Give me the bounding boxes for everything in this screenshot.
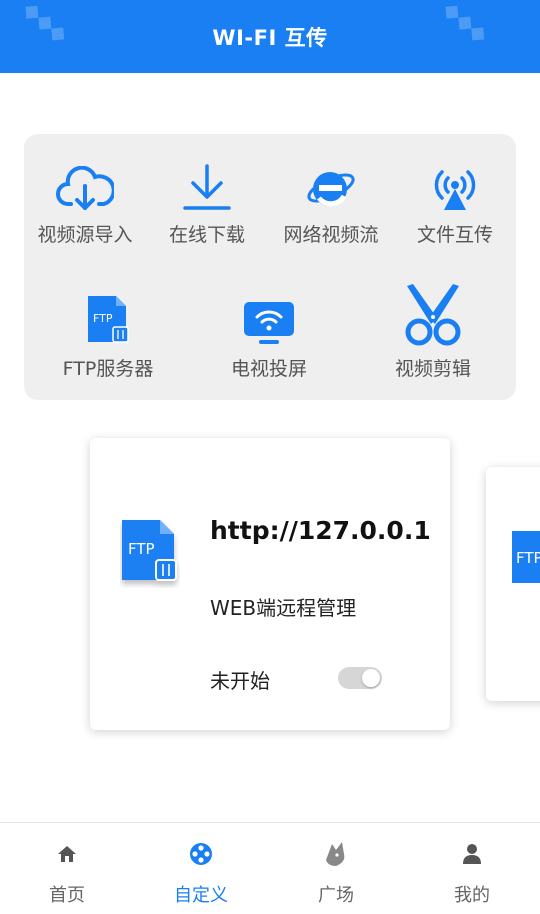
ftp-icon-text: FTP [516, 549, 540, 567]
app-header: WI-FI 互传 ◆◆◆ ◆◆◆ [0, 0, 540, 73]
download-arrow-icon [181, 156, 233, 212]
cloud-download-icon [56, 156, 114, 212]
server-toggle[interactable] [338, 667, 382, 689]
tab-label: 首页 [49, 885, 85, 906]
ftp-icon-text: FTP [128, 540, 155, 558]
tab-label: 我的 [454, 885, 490, 906]
svg-text:FTP: FTP [93, 312, 113, 325]
browser-e-icon [305, 156, 357, 212]
tool-video-import[interactable]: 视频源导入 [30, 156, 140, 247]
tool-tv-cast[interactable]: 电视投屏 [216, 290, 322, 381]
tool-label: 视频源导入 [37, 224, 133, 246]
status-text: 未开始 [210, 669, 270, 693]
ftp-card[interactable]: FTP http://127.0.0.1 WEB端远程管理 未开始 [90, 438, 450, 730]
tool-label: 在线下载 [168, 224, 245, 246]
tool-network-stream[interactable]: 网络视频流 [274, 156, 388, 247]
wifi-broadcast-icon [430, 156, 480, 212]
tab-home[interactable]: 首页 [17, 837, 117, 907]
ftp-file-icon: FTP [86, 290, 130, 346]
tv-cast-icon [243, 290, 295, 346]
bottom-tab-bar: 首页 自定义 广场 我的 [0, 822, 540, 914]
toggle-knob [362, 669, 380, 687]
card-subtitle: WEB端远程管理 [210, 596, 357, 620]
tab-custom[interactable]: 自定义 [151, 837, 251, 907]
tool-label: 网络视频流 [283, 224, 379, 246]
next-card-peek[interactable]: FTP [486, 467, 540, 701]
scissors-icon [403, 284, 463, 346]
tool-file-transfer[interactable]: 文件互传 [402, 156, 508, 247]
tool-label: 电视投屏 [230, 358, 307, 380]
home-icon [17, 837, 117, 871]
user-icon [422, 837, 522, 871]
tab-label: 自定义 [174, 885, 228, 906]
tool-grid: 视频源导入 在线下载 网络视频流 文件互传 FTP FTP服务器 电视投屏 视频… [24, 134, 516, 400]
film-reel-icon [151, 837, 251, 871]
tool-label: FTP服务器 [62, 358, 154, 380]
server-url: http://127.0.0.1 [210, 516, 431, 545]
tab-mine[interactable]: 我的 [422, 837, 522, 907]
ftp-file-icon: FTP [510, 529, 540, 593]
tab-square[interactable]: 广场 [286, 837, 386, 907]
tool-label: 视频剪辑 [394, 358, 471, 380]
watermark: ◆◆◆ [17, 0, 73, 49]
tab-label: 广场 [318, 885, 354, 906]
fox-icon [286, 837, 386, 871]
tool-label: 文件互传 [416, 224, 493, 246]
tool-video-edit[interactable]: 视频剪辑 [380, 284, 486, 381]
ftp-file-icon: FTP [120, 518, 180, 592]
tool-ftp-server[interactable]: FTP FTP服务器 [48, 290, 168, 381]
watermark: ◆◆◆ [437, 0, 493, 49]
page-title: WI-FI 互传 [212, 25, 328, 50]
tool-online-download[interactable]: 在线下载 [154, 156, 260, 247]
